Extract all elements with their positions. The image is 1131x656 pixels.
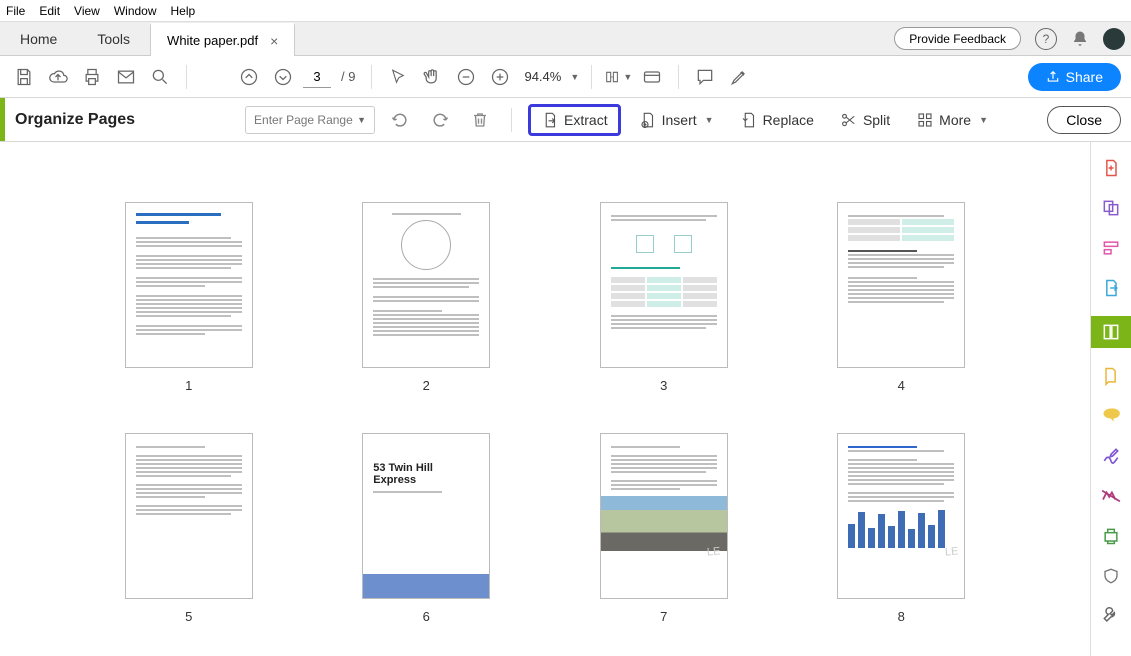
main-toolbar: / 9 94.4% ▼ ▼ Share [0, 56, 1131, 98]
print-production-icon[interactable] [1099, 524, 1123, 548]
insert-button[interactable]: Insert▼ [631, 107, 722, 133]
tab-bar: Home Tools White paper.pdf × Provide Fee… [0, 22, 1131, 56]
read-mode-icon[interactable] [638, 63, 666, 91]
page-number-4: 4 [898, 378, 905, 393]
provide-feedback-button[interactable]: Provide Feedback [894, 27, 1021, 50]
page-thumbnail-1[interactable]: 1 [110, 202, 268, 393]
more-tools-icon[interactable] [1099, 604, 1123, 628]
protect-icon[interactable] [1099, 564, 1123, 588]
chat-bubble-icon[interactable] [1099, 404, 1123, 428]
search-icon[interactable] [146, 63, 174, 91]
close-button[interactable]: Close [1047, 106, 1121, 134]
delete-icon[interactable] [465, 105, 495, 135]
page-number-5: 5 [185, 609, 192, 624]
page-thumbnail-4[interactable]: 4 [823, 202, 981, 393]
page-up-icon[interactable] [235, 63, 263, 91]
right-tools-panel [1091, 142, 1131, 656]
page-number-3: 3 [660, 378, 667, 393]
split-button[interactable]: Split [832, 107, 898, 133]
help-icon[interactable]: ? [1035, 28, 1057, 50]
page-thumbnail-5[interactable]: 5 [110, 433, 268, 624]
page-number-2: 2 [423, 378, 430, 393]
rotate-right-icon[interactable] [425, 105, 455, 135]
comment-tool-icon[interactable] [1099, 364, 1123, 388]
print-icon[interactable] [78, 63, 106, 91]
cloud-upload-icon[interactable] [44, 63, 72, 91]
zoom-out-icon[interactable] [452, 63, 480, 91]
more-button[interactable]: More▼ [908, 107, 996, 133]
chevron-down-icon: ▼ [357, 115, 366, 125]
zoom-in-icon[interactable] [486, 63, 514, 91]
menu-file[interactable]: File [6, 4, 25, 18]
tab-tools[interactable]: Tools [77, 22, 150, 55]
page-thumbnail-2[interactable]: 2 [348, 202, 506, 393]
page-number-6: 6 [423, 609, 430, 624]
zoom-level-label[interactable]: 94.4% [524, 69, 561, 84]
page-number-8: 8 [898, 609, 905, 624]
page6-title-line1: 53 Twin Hill [373, 462, 479, 474]
tab-home[interactable]: Home [0, 22, 77, 55]
page-range-placeholder: Enter Page Range [254, 113, 353, 127]
page-down-icon[interactable] [269, 63, 297, 91]
page-thumbnail-8[interactable]: LE 8 [823, 433, 981, 624]
extract-button[interactable]: Extract [528, 104, 621, 136]
share-label: Share [1066, 69, 1103, 85]
highlight-icon[interactable] [725, 63, 753, 91]
edit-pdf-icon[interactable] [1099, 236, 1123, 260]
tab-document[interactable]: White paper.pdf × [150, 23, 295, 56]
email-icon[interactable] [112, 63, 140, 91]
menu-window[interactable]: Window [114, 4, 157, 18]
export-pdf-icon[interactable] [1099, 276, 1123, 300]
zoom-dropdown-icon[interactable]: ▼ [570, 72, 579, 82]
hand-tool-icon[interactable] [418, 63, 446, 91]
close-tab-icon[interactable]: × [270, 33, 278, 49]
page-thumbnail-7[interactable]: LE 7 [585, 433, 743, 624]
save-icon[interactable] [10, 63, 38, 91]
account-avatar[interactable] [1103, 28, 1125, 50]
page6-title-line2: Express [373, 474, 479, 486]
menu-help[interactable]: Help [171, 4, 196, 18]
page-total-label: / 9 [337, 69, 359, 84]
insert-label: Insert [662, 112, 697, 128]
page-number-input[interactable] [303, 66, 331, 88]
redact-icon[interactable] [1099, 484, 1123, 508]
page-range-input[interactable]: Enter Page Range ▼ [245, 106, 375, 134]
page-number-7: 7 [660, 609, 667, 624]
comment-icon[interactable] [691, 63, 719, 91]
fill-sign-icon[interactable] [1099, 444, 1123, 468]
page-thumbnail-3[interactable]: 3 [585, 202, 743, 393]
replace-button[interactable]: Replace [732, 107, 822, 133]
create-pdf-icon[interactable] [1099, 156, 1123, 180]
menu-edit[interactable]: Edit [39, 4, 60, 18]
combine-files-icon[interactable] [1099, 196, 1123, 220]
selection-tool-icon[interactable] [384, 63, 412, 91]
rotate-left-icon[interactable] [385, 105, 415, 135]
organize-pages-icon[interactable] [1091, 316, 1131, 348]
organize-toolbar: Organize Pages Enter Page Range ▼ Extrac… [0, 98, 1131, 142]
organize-title: Organize Pages [15, 111, 135, 129]
split-label: Split [863, 112, 890, 128]
more-label: More [939, 112, 971, 128]
page-number-1: 1 [185, 378, 192, 393]
page-thumbnails-area[interactable]: 1 2 3 4 5 53 Twin H [0, 142, 1091, 656]
page-thumbnail-6[interactable]: 53 Twin HillExpress 6 [348, 433, 506, 624]
fit-width-icon[interactable]: ▼ [604, 63, 632, 91]
menu-view[interactable]: View [74, 4, 100, 18]
menu-bar: File Edit View Window Help [0, 0, 1131, 22]
share-button[interactable]: Share [1028, 63, 1121, 91]
notifications-icon[interactable] [1069, 28, 1091, 50]
replace-label: Replace [763, 112, 814, 128]
tab-document-label: White paper.pdf [167, 33, 258, 48]
extract-label: Extract [564, 112, 608, 128]
